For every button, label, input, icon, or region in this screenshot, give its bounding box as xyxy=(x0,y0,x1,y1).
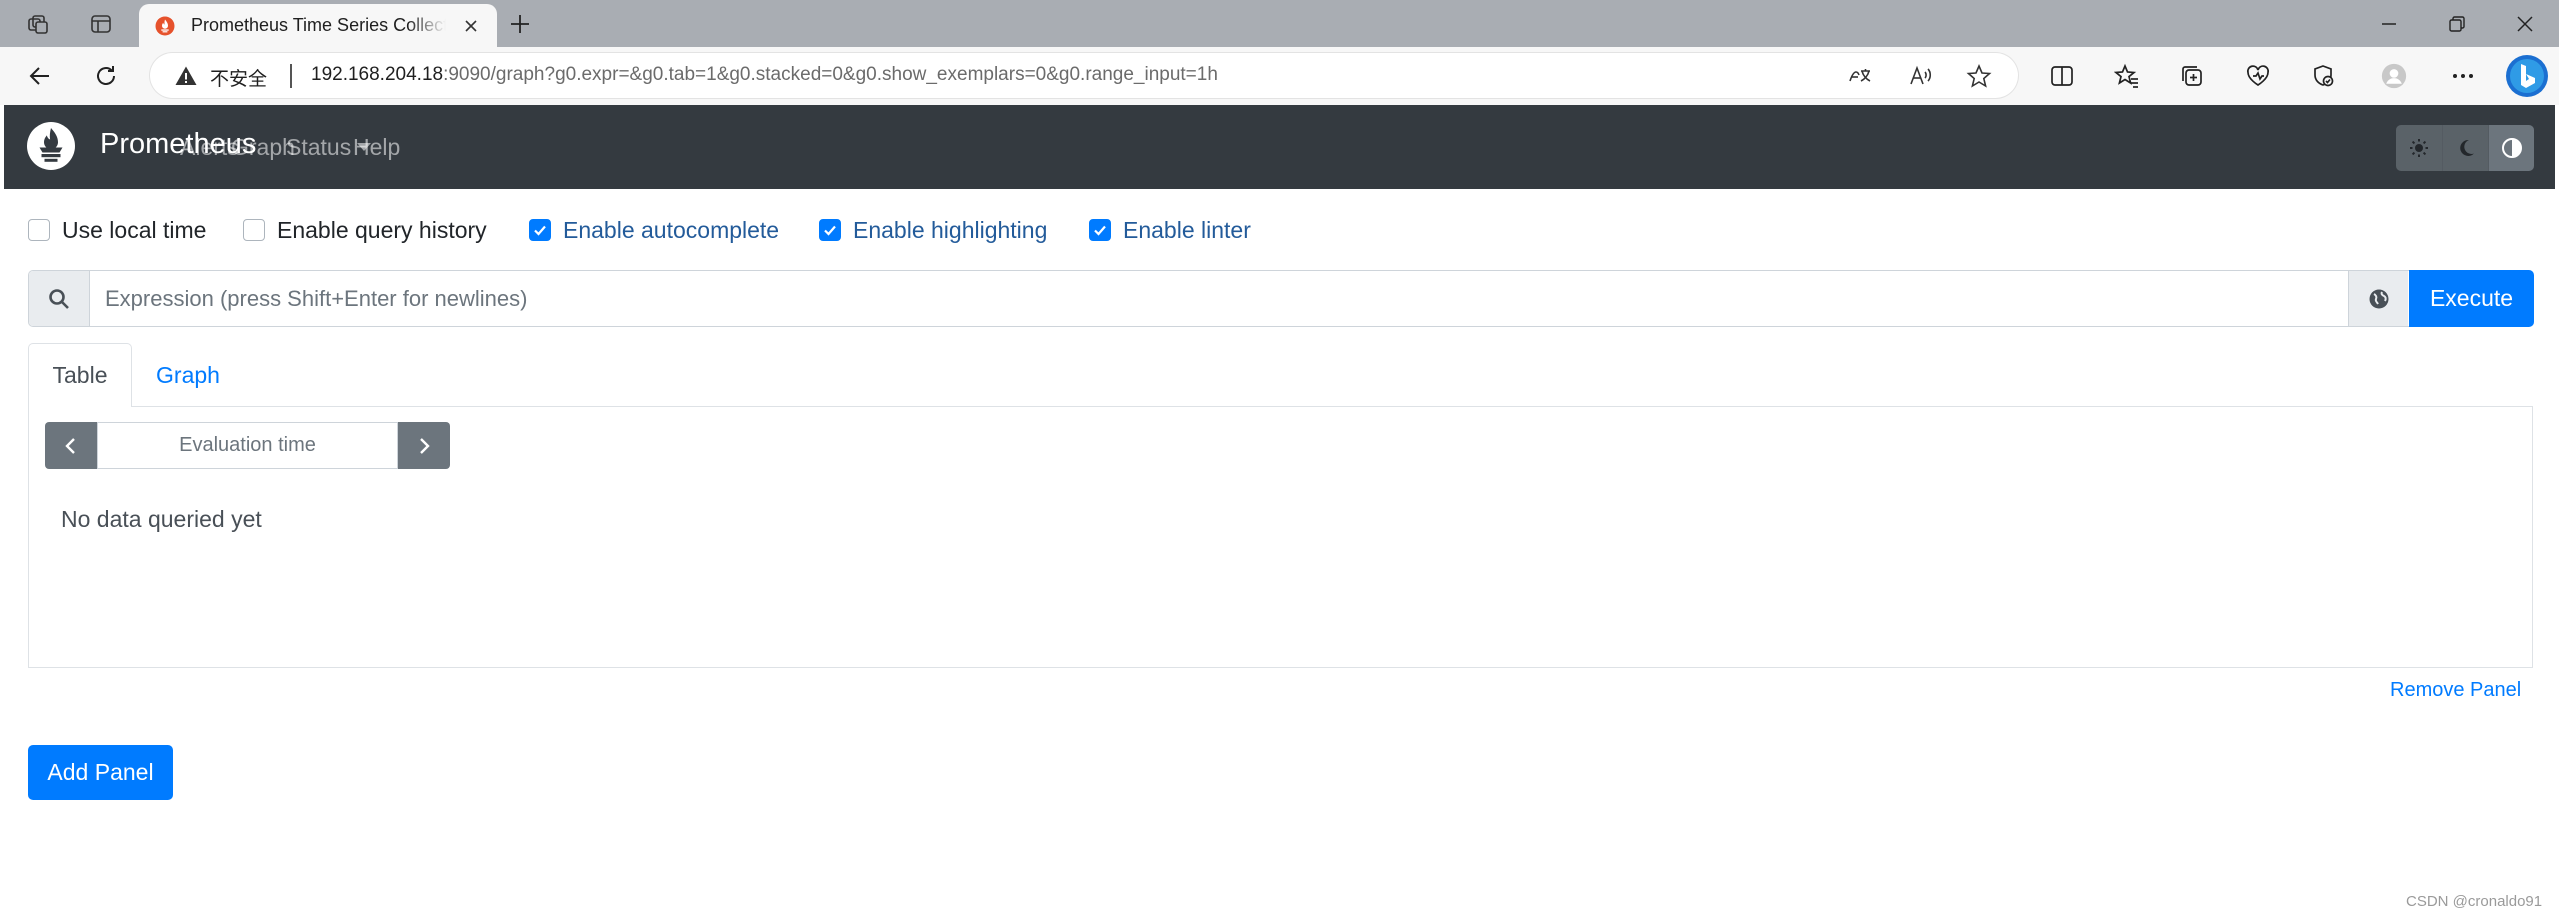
browser-essentials-icon[interactable] xyxy=(2238,56,2278,96)
url-path: :9090/graph?g0.expr=&g0.tab=1&g0.stacked… xyxy=(443,64,1218,85)
use-local-time-checkbox[interactable] xyxy=(28,219,50,241)
refresh-icon[interactable] xyxy=(86,56,126,96)
close-tab-icon[interactable] xyxy=(457,12,485,40)
theme-switcher xyxy=(2396,125,2534,171)
back-arrow-icon[interactable] xyxy=(20,56,60,96)
chevron-left-icon xyxy=(65,437,75,454)
address-bar[interactable]: 不安全 192.168.204.18:9090/graph?g0.expr=&g… xyxy=(150,53,2018,98)
browser-tab-title: Prometheus Time Series Collection and Pr… xyxy=(191,15,446,35)
checkmark-icon xyxy=(534,225,546,236)
enable-linter-option[interactable]: Enable linter xyxy=(1089,215,1251,245)
auto-theme-icon[interactable] xyxy=(2488,125,2534,171)
search-icon xyxy=(29,271,90,326)
more-options-icon[interactable] xyxy=(2443,56,2483,96)
prometheus-favicon-icon xyxy=(155,16,175,36)
url-host: 192.168.204.18 xyxy=(311,64,444,85)
nav-status-label: Status xyxy=(286,134,352,160)
extensions-icon[interactable] xyxy=(2303,56,2343,96)
star-icon[interactable] xyxy=(1965,62,1993,90)
not-secure-warning-icon[interactable] xyxy=(174,64,198,88)
enable-autocomplete-checkbox[interactable] xyxy=(529,219,551,241)
enable-query-history-label: Enable query history xyxy=(277,216,487,243)
panel-tabs: Table Graph xyxy=(28,343,2533,408)
address-separator xyxy=(290,64,292,88)
workspaces-icon[interactable] xyxy=(18,6,58,42)
read-aloud-icon[interactable] xyxy=(1906,62,1934,90)
enable-highlighting-label: Enable highlighting xyxy=(853,216,1048,243)
checkmark-icon xyxy=(1094,225,1106,236)
enable-highlighting-checkbox[interactable] xyxy=(819,219,841,241)
evaluation-time-picker xyxy=(45,422,450,469)
browser-toolbar: 不安全 192.168.204.18:9090/graph?g0.expr=&g… xyxy=(0,47,2559,105)
tab-table[interactable]: Table xyxy=(28,343,132,408)
enable-autocomplete-option[interactable]: Enable autocomplete xyxy=(529,215,779,245)
top-navbar: Prometheus Alerts Graph Status Help xyxy=(4,105,2555,189)
bing-copilot-icon[interactable] xyxy=(2504,53,2550,99)
chevron-right-icon xyxy=(420,437,430,454)
restore-icon[interactable] xyxy=(2423,0,2491,47)
enable-autocomplete-label: Enable autocomplete xyxy=(563,216,780,243)
table-panel-body: No data queried yet xyxy=(28,407,2533,668)
favorites-icon[interactable] xyxy=(2107,56,2147,96)
light-theme-sun-icon[interactable] xyxy=(2396,125,2442,171)
execute-button[interactable]: Execute xyxy=(2409,270,2534,327)
profile-avatar-icon[interactable] xyxy=(2374,56,2414,96)
evaluation-time-input[interactable] xyxy=(97,422,398,469)
not-secure-label[interactable]: 不安全 xyxy=(210,64,267,91)
watermark-text: CSDN @cronaldo91 xyxy=(2406,893,2543,910)
nav-alerts[interactable]: Alerts xyxy=(180,134,239,161)
tab-actions-icon[interactable] xyxy=(81,6,121,42)
nav-help[interactable]: Help xyxy=(353,134,400,161)
enable-highlighting-option[interactable]: Enable highlighting xyxy=(819,215,1047,245)
enable-linter-label: Enable linter xyxy=(1123,216,1251,243)
expression-input[interactable] xyxy=(91,271,2346,326)
add-panel-button[interactable]: Add Panel xyxy=(28,745,173,800)
prometheus-logo-icon[interactable] xyxy=(26,121,76,171)
translate-icon[interactable] xyxy=(1846,62,1874,90)
remove-panel-link[interactable]: Remove Panel xyxy=(2390,679,2521,702)
split-screen-icon[interactable] xyxy=(2042,56,2082,96)
new-tab-icon[interactable] xyxy=(500,6,540,42)
minimize-icon[interactable] xyxy=(2355,0,2423,47)
browser-tab-active[interactable]: Prometheus Time Series Collection and Pr… xyxy=(139,4,497,47)
use-local-time-label: Use local time xyxy=(62,216,207,243)
enable-linter-checkbox[interactable] xyxy=(1089,219,1111,241)
previous-time-button[interactable] xyxy=(45,422,97,469)
dark-theme-moon-icon[interactable] xyxy=(2442,125,2488,171)
prometheus-app: Prometheus Alerts Graph Status Help Use … xyxy=(4,105,2555,910)
next-time-button[interactable] xyxy=(398,422,450,469)
browser-tab-strip: Prometheus Time Series Collection and Pr… xyxy=(0,0,2559,47)
use-local-time-option[interactable]: Use local time xyxy=(28,215,206,245)
enable-query-history-checkbox[interactable] xyxy=(243,219,265,241)
checkmark-icon xyxy=(824,225,836,236)
metrics-explorer-globe-icon[interactable] xyxy=(2348,271,2408,326)
no-data-message: No data queried yet xyxy=(61,506,262,532)
expression-input-group: Execute xyxy=(28,270,2534,327)
collections-icon[interactable] xyxy=(2172,56,2212,96)
enable-query-history-option[interactable]: Enable query history xyxy=(243,215,487,245)
close-window-icon[interactable] xyxy=(2491,0,2559,47)
url-text[interactable]: 192.168.204.18:9090/graph?g0.expr=&g0.ta… xyxy=(311,64,1218,86)
tab-graph[interactable]: Graph xyxy=(132,343,244,407)
